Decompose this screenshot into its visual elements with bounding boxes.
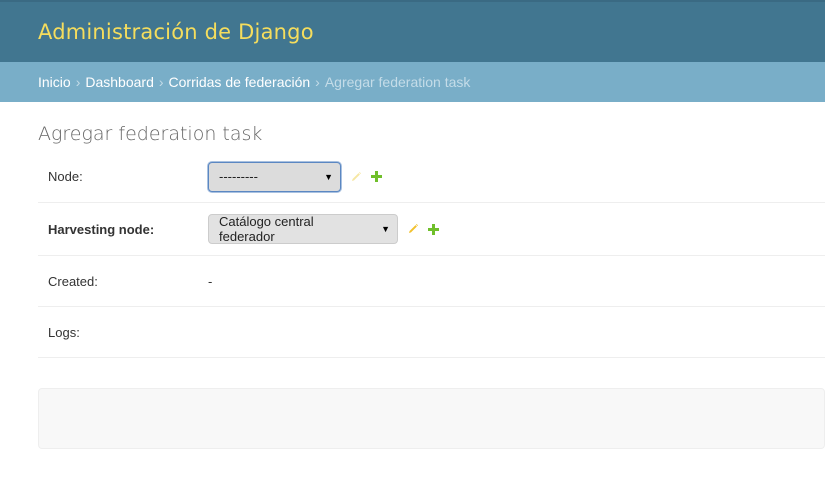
chevron-down-icon: ▼: [324, 171, 333, 182]
form-row-created: Created: -: [38, 256, 825, 307]
harvesting-node-select-value: Catálogo central federador: [219, 214, 314, 244]
form-row-node: Node: --------- ▼: [38, 151, 825, 203]
harvesting-node-select[interactable]: Catálogo central federador ▼: [208, 214, 398, 244]
node-label: Node:: [48, 169, 83, 184]
site-header: Administración de Django: [0, 0, 825, 62]
chevron-down-icon: ▼: [381, 224, 390, 234]
breadcrumb-dashboard[interactable]: Dashboard: [85, 74, 154, 90]
created-value: -: [208, 273, 213, 289]
harvesting-node-label: Harvesting node:: [48, 221, 155, 237]
breadcrumb-separator: ›: [75, 74, 81, 90]
created-label: Created:: [48, 273, 98, 289]
site-title[interactable]: Administración de Django: [38, 20, 314, 44]
breadcrumb-inicio[interactable]: Inicio: [38, 74, 71, 90]
main-content: Agregar federation task Node: --------- …: [0, 102, 825, 449]
page-title: Agregar federation task: [38, 123, 263, 145]
pencil-icon[interactable]: [406, 222, 420, 236]
breadcrumb: Inicio › Dashboard › Corridas de federac…: [0, 62, 825, 102]
plus-icon[interactable]: [426, 222, 440, 236]
node-select[interactable]: --------- ▼: [208, 161, 341, 192]
breadcrumb-corridas[interactable]: Corridas de federación: [169, 74, 311, 90]
breadcrumb-current: Agregar federation task: [324, 74, 471, 90]
node-select-value: ---------: [219, 169, 258, 184]
form-row-harvesting-node: Harvesting node: Catálogo central federa…: [38, 203, 825, 256]
plus-icon[interactable]: [369, 170, 383, 184]
form-row-logs: Logs:: [38, 307, 825, 358]
pencil-icon[interactable]: [349, 170, 363, 184]
breadcrumb-separator: ›: [158, 74, 164, 90]
breadcrumb-separator: ›: [315, 74, 320, 90]
logs-label: Logs:: [48, 324, 80, 340]
submit-row: [38, 388, 825, 449]
